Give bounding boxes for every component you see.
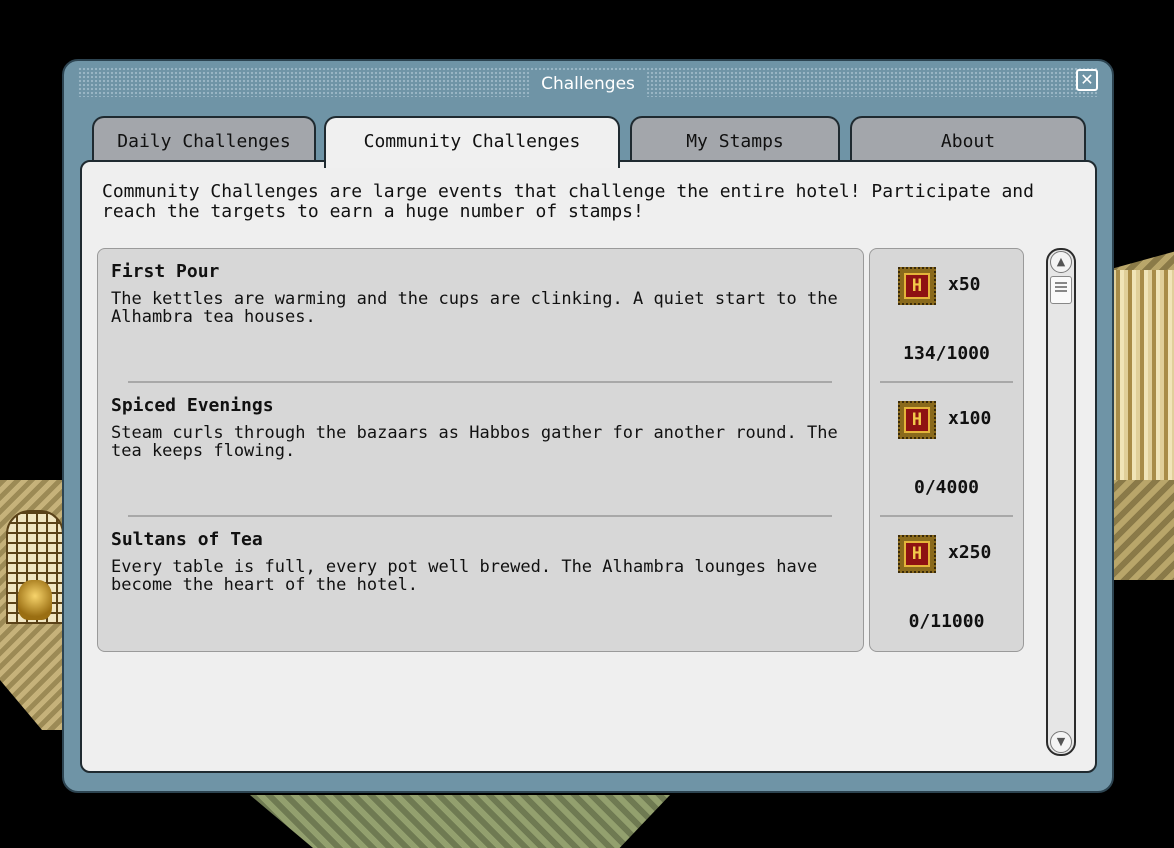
challenge-item: First Pour The kettles are warming and t… <box>111 261 841 326</box>
window-title: Challenges <box>529 70 647 98</box>
reward: H x50 <box>898 267 1008 307</box>
room-wall-right <box>1110 270 1174 480</box>
scrollbar[interactable]: ▲ ▼ <box>1046 248 1076 756</box>
challenge-list: First Pour The kettles are warming and t… <box>97 248 864 652</box>
intro-text: Community Challenges are large events th… <box>102 181 1034 222</box>
challenge-progress: 0/11000 <box>908 611 985 632</box>
reward: H x250 <box>898 535 1008 575</box>
challenge-title: First Pour <box>111 261 220 282</box>
challenge-item: Sultans of Tea Every table is full, ever… <box>111 529 841 594</box>
reward-column: H x50 134/1000 H x100 0/4000 H x250 0/11… <box>869 248 1024 652</box>
challenge-item: Spiced Evenings Steam curls through the … <box>111 395 841 460</box>
challenge-title: Spiced Evenings <box>111 395 274 416</box>
challenges-window[interactable]: Challenges ✕ Daily Challenges Community … <box>62 59 1114 793</box>
challenge-title: Sultans of Tea <box>111 529 263 550</box>
challenge-description: Every table is full, every pot well brew… <box>111 557 818 595</box>
divider <box>880 381 1013 383</box>
chevron-down-icon[interactable]: ▼ <box>1050 731 1072 753</box>
chevron-up-icon[interactable]: ▲ <box>1050 251 1072 273</box>
divider <box>128 381 832 383</box>
close-icon[interactable]: ✕ <box>1076 69 1098 91</box>
challenge-description: The kettles are warming and the cups are… <box>111 289 838 327</box>
divider <box>128 515 832 517</box>
stamp-icon: H <box>898 267 936 305</box>
challenge-progress: 134/1000 <box>903 343 990 364</box>
stamp-icon: H <box>898 535 936 573</box>
tab-my-stamps[interactable]: My Stamps <box>630 116 840 164</box>
divider <box>880 515 1013 517</box>
tab-about[interactable]: About <box>850 116 1086 164</box>
community-challenges-panel: Community Challenges are large events th… <box>80 160 1097 773</box>
reward-amount: x100 <box>948 408 992 429</box>
scrollbar-thumb[interactable] <box>1050 276 1072 304</box>
tab-daily-challenges[interactable]: Daily Challenges <box>92 116 316 164</box>
room-floor-bottom <box>250 795 670 848</box>
reward-amount: x50 <box>948 274 981 295</box>
stamp-icon: H <box>898 401 936 439</box>
tab-community-challenges[interactable]: Community Challenges <box>324 116 620 168</box>
reward: H x100 <box>898 401 1008 441</box>
challenge-progress: 0/4000 <box>913 477 980 498</box>
reward-amount: x250 <box>948 542 992 563</box>
window-titlebar[interactable]: Challenges ✕ <box>78 67 1098 98</box>
room-urn <box>18 580 52 620</box>
challenge-description: Steam curls through the bazaars as Habbo… <box>111 423 838 461</box>
